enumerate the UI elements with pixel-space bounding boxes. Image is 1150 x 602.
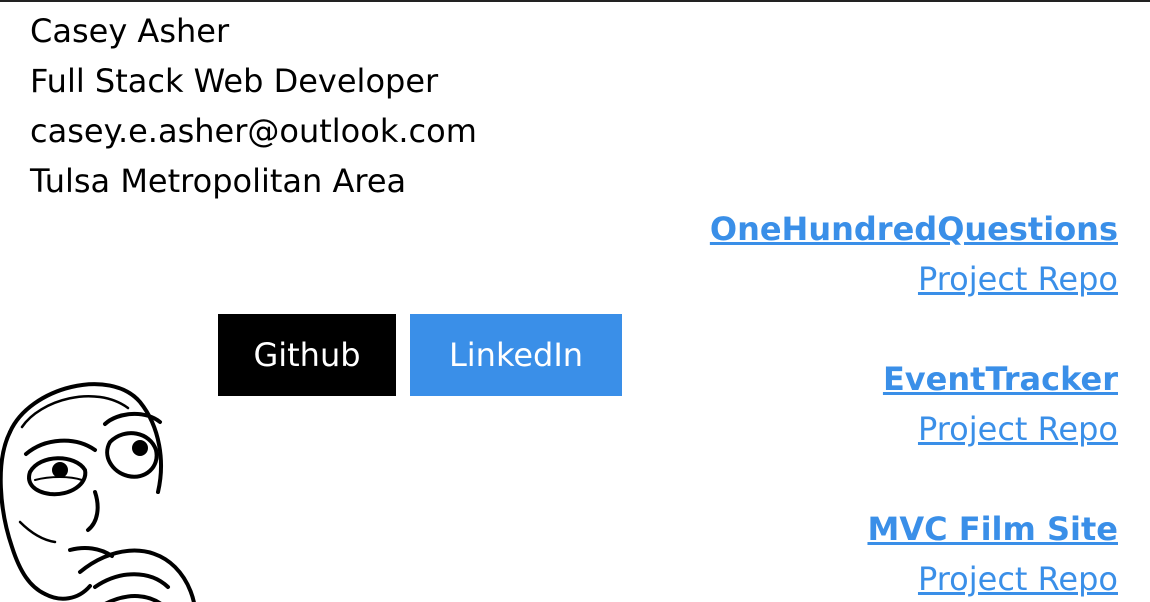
profile-info: Casey Asher Full Stack Web Developer cas… [30,6,477,206]
project-title-link[interactable]: EventTracker [710,354,1118,404]
projects-list: OneHundredQuestions Project Repo EventTr… [710,204,1118,602]
thinking-face-icon [0,382,196,602]
profile-location: Tulsa Metropolitan Area [30,162,407,200]
linkedin-button[interactable]: LinkedIn [410,314,622,396]
project-item: MVC Film Site Project Repo [710,504,1118,602]
project-repo-link[interactable]: Project Repo [710,554,1118,602]
project-item: OneHundredQuestions Project Repo [710,204,1118,304]
page: Casey Asher Full Stack Web Developer cas… [0,0,1150,602]
project-title-link[interactable]: OneHundredQuestions [710,204,1118,254]
project-title-link[interactable]: MVC Film Site [710,504,1118,554]
project-repo-link[interactable]: Project Repo [710,254,1118,304]
profile-email: casey.e.asher@outlook.com [30,112,477,150]
github-button[interactable]: Github [218,314,396,396]
project-repo-link[interactable]: Project Repo [710,404,1118,454]
profile-title: Full Stack Web Developer [30,62,439,100]
project-item: EventTracker Project Repo [710,354,1118,454]
profile-name: Casey Asher [30,12,230,50]
